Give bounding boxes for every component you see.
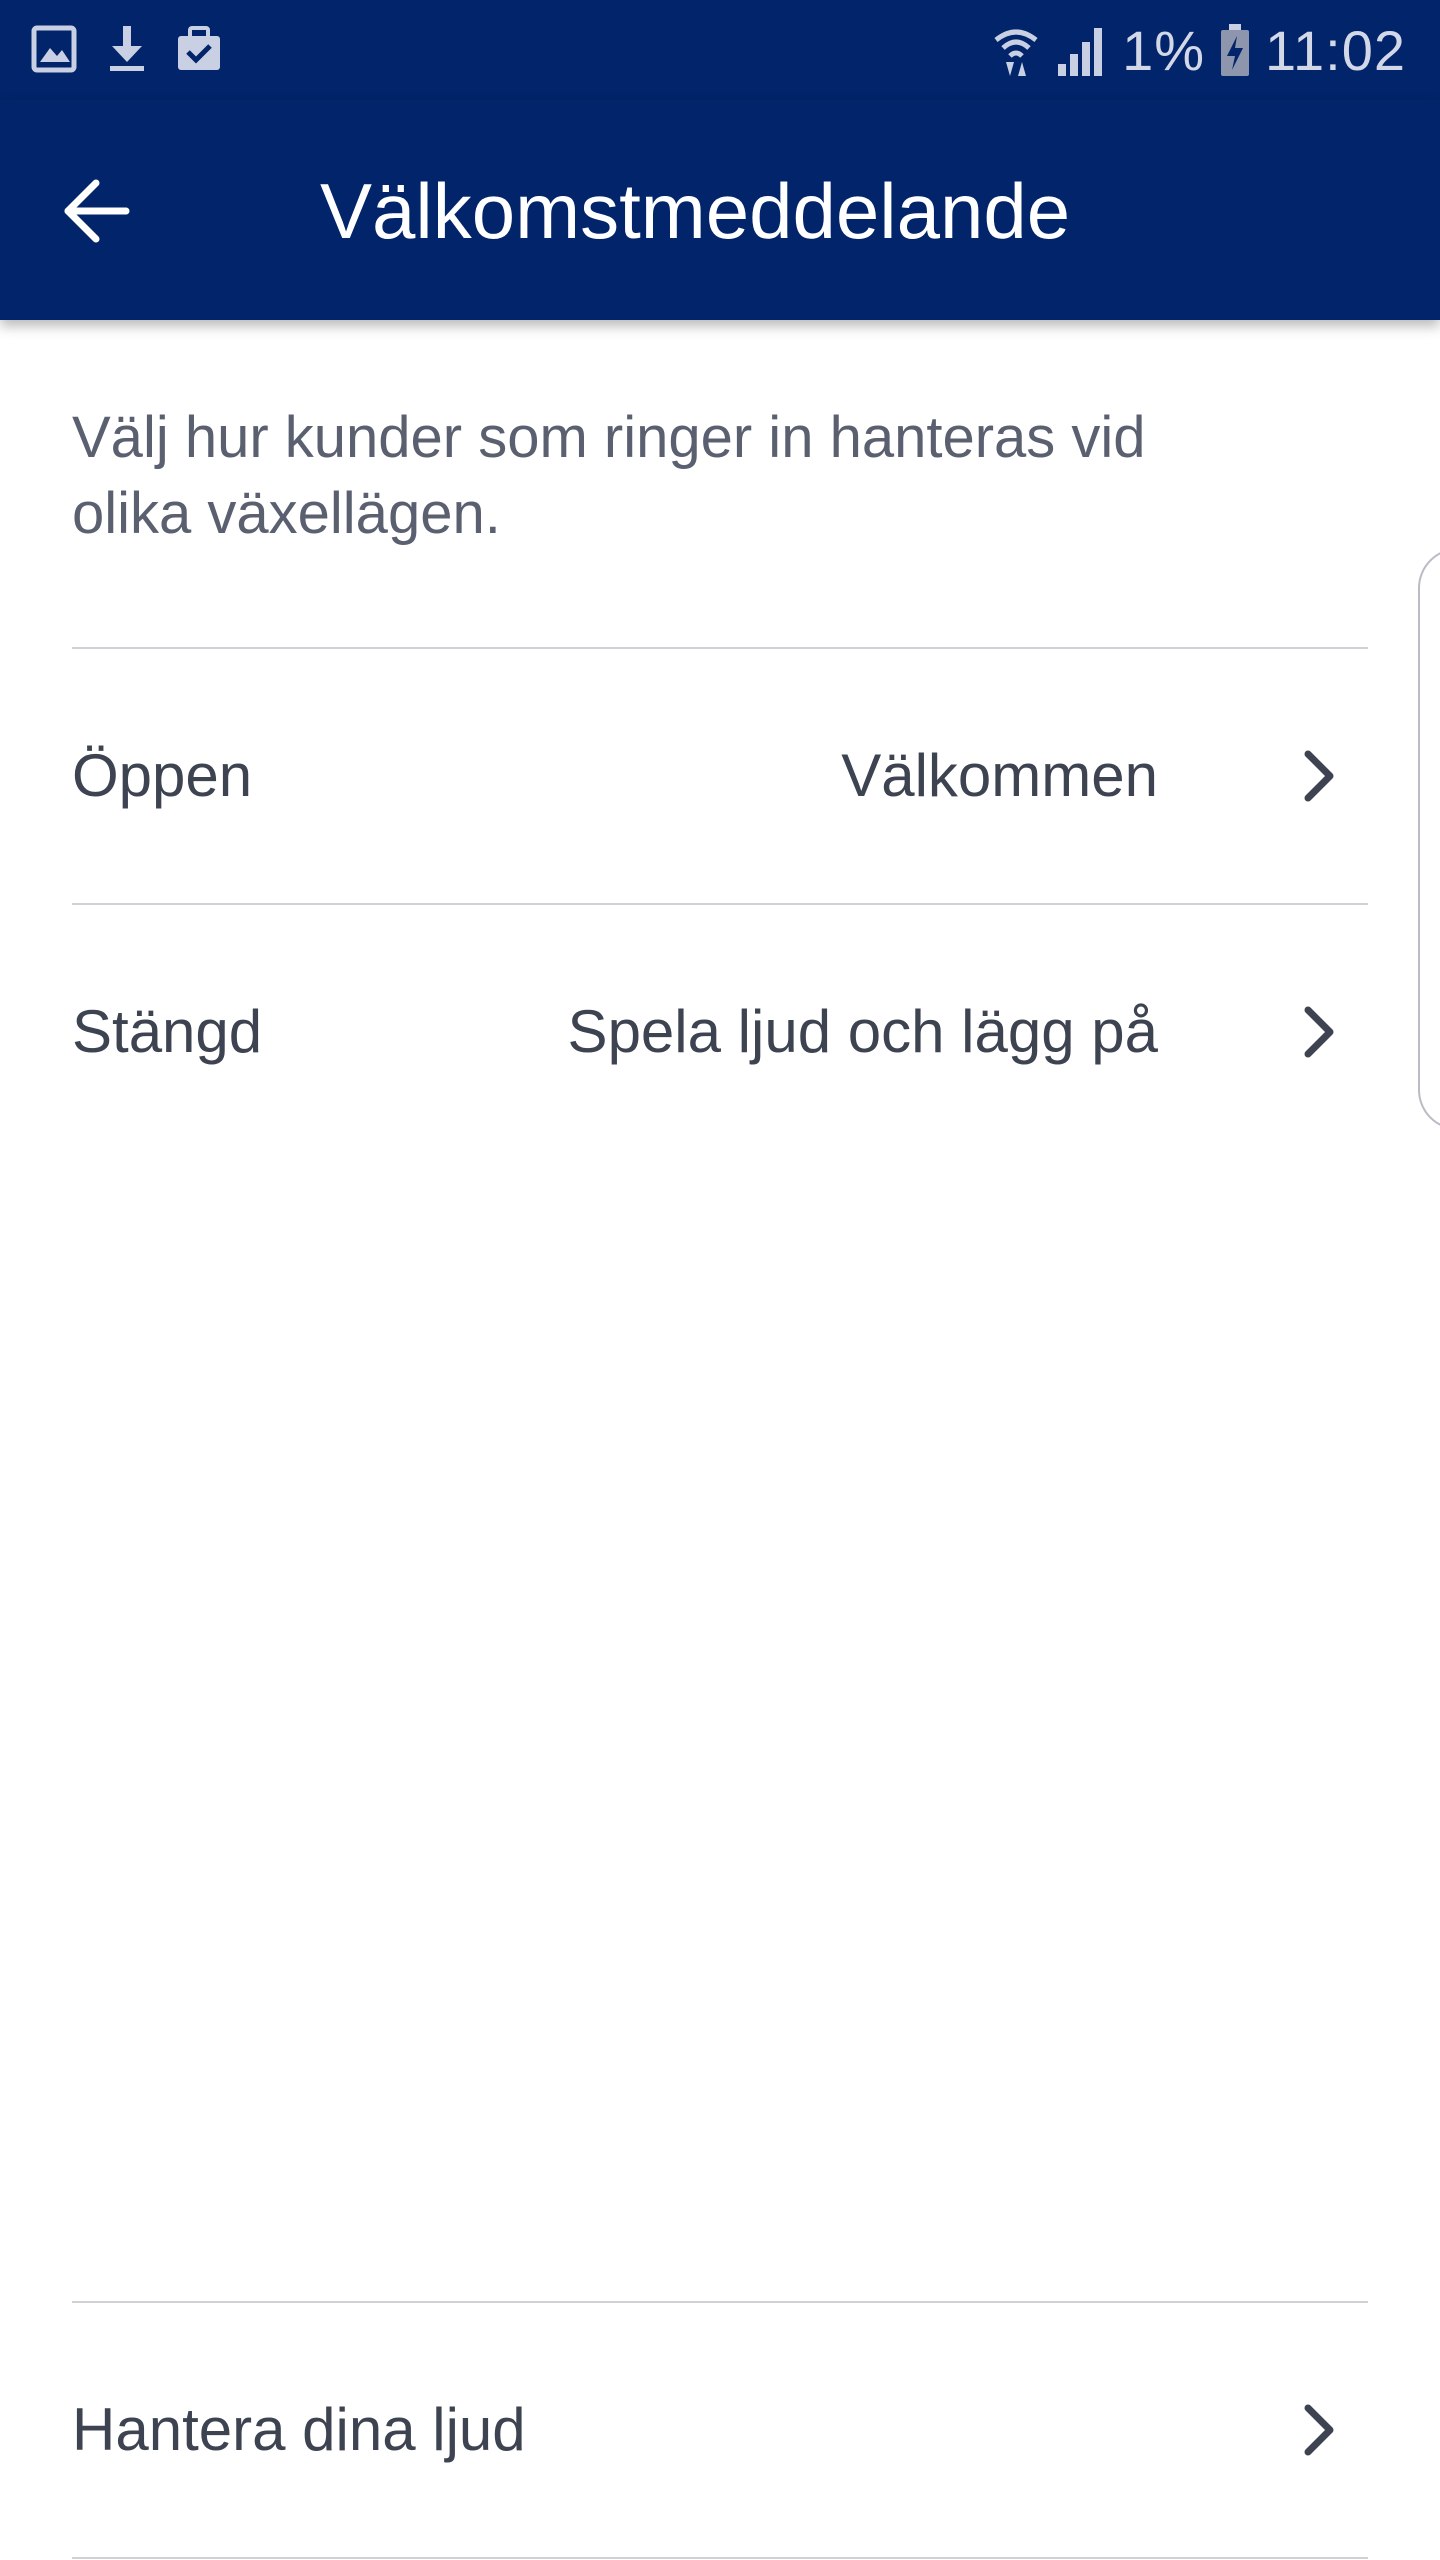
setting-row-open[interactable]: Öppen Välkommen [72,649,1368,903]
page-title: Välkomstmeddelande [320,167,1071,255]
app-bar: Välkomstmeddelande [0,100,1440,320]
description-text: Välj hur kunder som ringer in hanteras v… [72,405,1146,546]
setting-label: Öppen [72,742,253,809]
battery-charging-icon [1221,24,1250,76]
status-notifications [30,22,224,76]
setting-row-closed[interactable]: Stängd Spela ljud och lägg på [72,905,1368,1159]
divider [72,2557,1368,2559]
edge-panel-handle[interactable] [1418,548,1440,1130]
status-indicators: 1% 11:02 [992,14,1406,86]
briefcase-check-icon [178,26,220,70]
arrow-left-icon [64,179,130,243]
chevron-right-icon [1304,2404,1334,2456]
content: Välj hur kunder som ringer in hanteras v… [0,320,1440,2560]
manage-sounds-label: Hantera dina ljud [72,2396,526,2463]
setting-value: Välkommen [841,742,1158,809]
battery-percentage: 1% [1122,18,1206,82]
download-notification-icon [110,26,144,71]
image-notification-icon [31,25,77,73]
clock: 11:02 [1265,18,1406,82]
status-bar: 1% 11:02 [0,0,1440,100]
back-button[interactable] [60,156,180,266]
setting-value: Spela ljud och lägg på [567,998,1158,1065]
chevron-right-icon [1304,1006,1334,1058]
manage-sounds-row[interactable]: Hantera dina ljud [72,2303,1368,2557]
signal-icon [1058,28,1103,76]
chevron-right-icon [1304,750,1334,802]
setting-label: Stängd [72,998,263,1065]
wifi-data-icon [994,29,1038,76]
